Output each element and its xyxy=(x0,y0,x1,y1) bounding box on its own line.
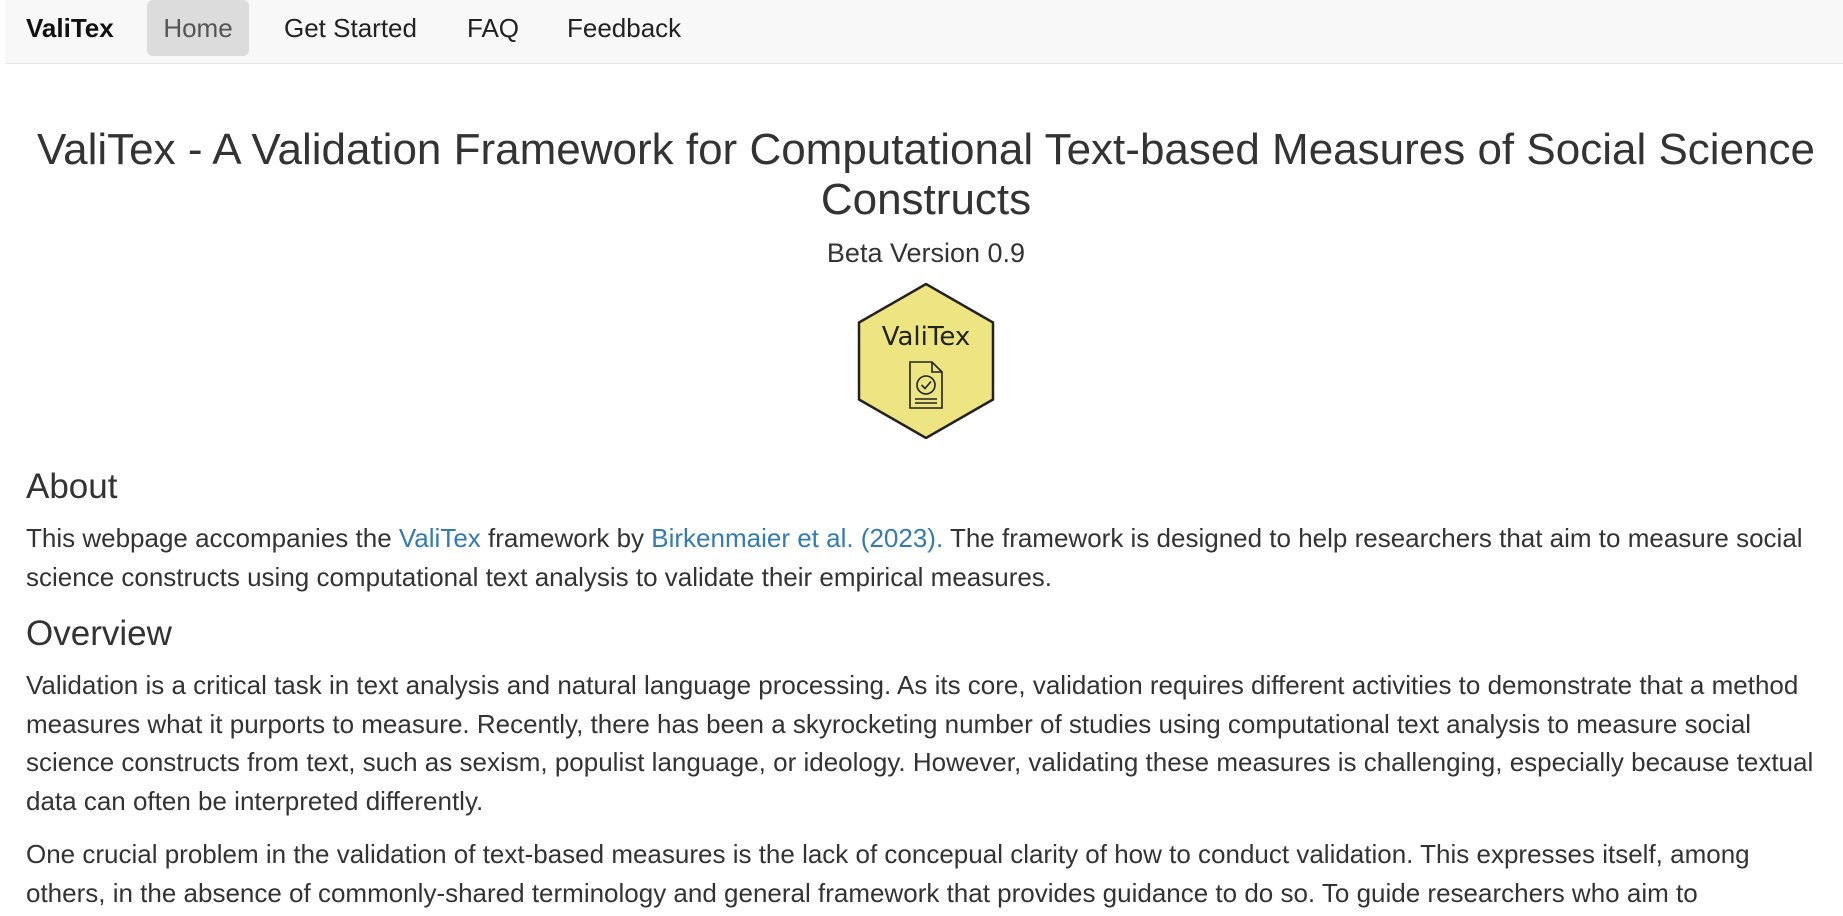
valitex-link[interactable]: ValiTex xyxy=(399,523,481,553)
nav-item-faq[interactable]: FAQ xyxy=(452,0,534,56)
page-title: ValiTex - A Validation Framework for Com… xyxy=(37,125,1815,224)
overview-paragraph-2: One crucial problem in the validation of… xyxy=(26,839,1750,908)
about-text-2: framework by xyxy=(480,523,652,553)
citation-link[interactable]: Birkenmaier et al. (2023). xyxy=(651,523,943,553)
overview-paragraph-1: Validation is a critical task in text an… xyxy=(26,670,1814,816)
nav-item-feedback[interactable]: Feedback xyxy=(552,0,696,56)
nav-item-home[interactable]: Home xyxy=(147,0,249,56)
logo-hexagon xyxy=(857,282,995,440)
top-navbar: ValiTex Home Get Started FAQ Feedback xyxy=(5,0,1843,64)
about-text-1: This webpage accompanies the xyxy=(26,523,399,553)
version-label: Beta Version 0.9 xyxy=(826,238,1026,268)
about-paragraph: This webpage accompanies the ValiTex fra… xyxy=(26,519,1826,596)
nav-item-get-started[interactable]: Get Started xyxy=(269,0,432,56)
logo: ValiTex xyxy=(26,282,1826,440)
valitex-hex-logo: ValiTex xyxy=(857,282,995,440)
main-content: ValiTex - A Validation Framework for Com… xyxy=(26,64,1826,912)
brand-link[interactable]: ValiTex xyxy=(26,0,114,56)
about-heading: About xyxy=(26,467,118,506)
logo-text: ValiTex xyxy=(882,322,971,352)
overview-heading: Overview xyxy=(26,614,172,653)
